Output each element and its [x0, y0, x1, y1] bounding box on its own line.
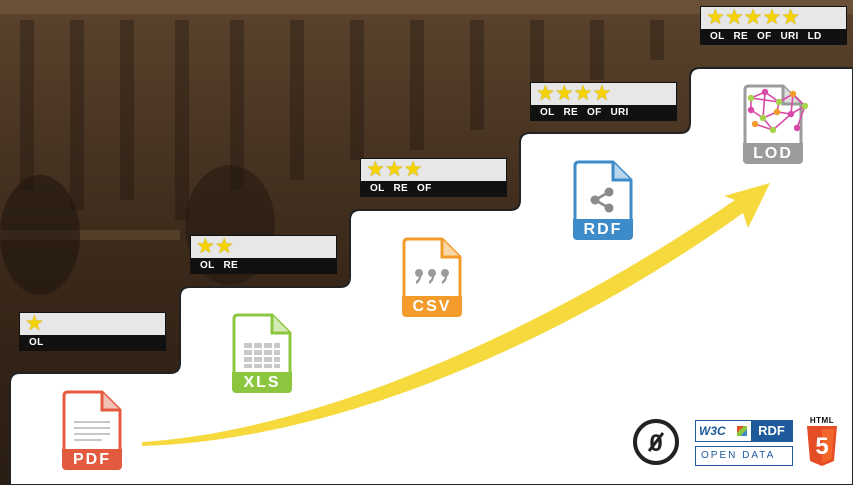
label-ol: OL [540, 107, 555, 118]
html5-number: 5 [815, 433, 828, 460]
label-ol: OL [29, 337, 44, 348]
label-uri: URI [610, 107, 629, 118]
label-ol: OL [200, 260, 215, 271]
label-re: RE [393, 183, 408, 194]
rdf-label: RDF [573, 219, 633, 240]
lod-label: LOD [743, 143, 803, 164]
label-ol: OL [710, 31, 725, 42]
star-icons: ★★★★ [536, 82, 612, 105]
cc-zero-logo: 0 [632, 418, 680, 466]
star-icons: ★★★ [366, 158, 423, 181]
html5-logo: HTML 5 [805, 416, 839, 468]
label-re: RE [223, 260, 238, 271]
label-ol: OL [370, 183, 385, 194]
star-rating: ★★★ [361, 159, 506, 181]
label-re: RE [733, 31, 748, 42]
label-uri: URI [780, 31, 799, 42]
star-rating: ★★ [191, 236, 336, 258]
w3c-rdf-logo: W3C RDF [695, 420, 793, 442]
w3c-text: W3C [699, 424, 726, 438]
label-re: RE [563, 107, 578, 118]
star-rating: ★ [20, 313, 165, 335]
pdf-label: PDF [62, 449, 122, 470]
rdf-file-icon: RDF [573, 160, 633, 240]
csv-file-icon: CSV [402, 237, 462, 317]
step-3-badge: ★★★ OL RE OF [360, 158, 507, 197]
star-icons: ★★ [196, 235, 234, 258]
star-icons: ★ [25, 312, 44, 335]
star-rating: ★★★★ [531, 83, 676, 105]
step-5-badge: ★★★★★ OL RE OF URI LD [700, 6, 847, 45]
five-star-open-data-staircase: ★ OL ★★ OL RE ★★★ OL RE OF ★★★★ OL RE OF… [0, 0, 853, 485]
w3c-rdf-text: RDF [751, 421, 792, 441]
star-rating: ★★★★★ [701, 7, 846, 29]
pdf-file-icon: PDF [62, 390, 122, 470]
open-data-logo: OPEN DATA [695, 446, 793, 466]
xls-label: XLS [232, 372, 292, 393]
csv-label: CSV [402, 296, 462, 317]
rdf-cube-icon [737, 426, 747, 436]
html5-label: HTML [809, 416, 835, 425]
step-2-badge: ★★ OL RE [190, 235, 337, 274]
lod-file-icon: LOD [743, 84, 809, 164]
label-of: OF [417, 183, 432, 194]
label-of: OF [757, 31, 772, 42]
label-of: OF [587, 107, 602, 118]
label-ld: LD [807, 31, 822, 42]
star-icons: ★★★★★ [706, 6, 801, 29]
xls-file-icon: XLS [232, 313, 292, 393]
step-1-badge: ★ OL [19, 312, 166, 351]
open-data-text: OPEN DATA [701, 450, 776, 461]
step-4-badge: ★★★★ OL RE OF URI [530, 82, 677, 121]
